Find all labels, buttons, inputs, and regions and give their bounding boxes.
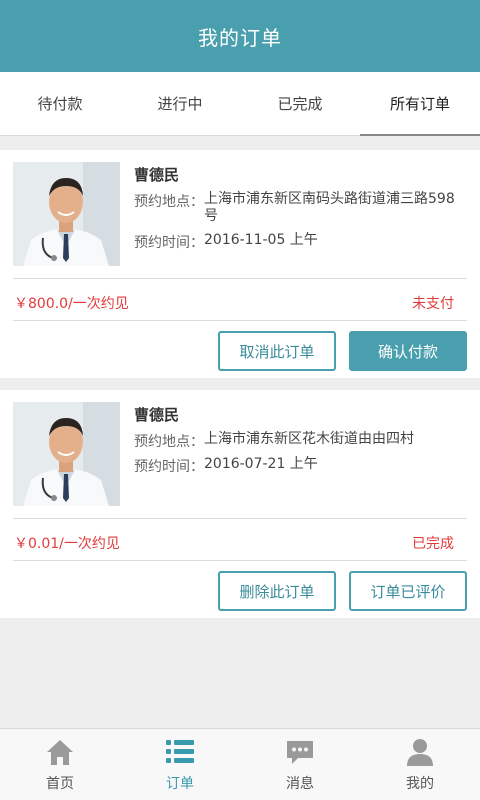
time-label: 预约时间：: [134, 235, 204, 251]
tabbar-label: 我的: [406, 775, 434, 792]
tabbar-label: 消息: [286, 775, 314, 792]
location-label: 预约地点：: [134, 434, 204, 450]
location-label: 预约地点：: [134, 194, 204, 210]
order-price: ￥800.0/一次约见: [14, 296, 129, 312]
tabbar-label: 订单: [166, 775, 194, 792]
message-icon: [285, 737, 315, 767]
order-reviewed-button[interactable]: 订单已评价: [349, 571, 467, 611]
location-value: 上海市浦东新区花木街道由由四村: [204, 431, 414, 447]
tabbar-label: 首页: [46, 775, 74, 792]
page-title: 我的订单: [198, 25, 282, 50]
app-header: 我的订单: [0, 0, 480, 72]
order-card: 曹德民 预约地点： 上海市浦东新区南码头路街道浦三路598号 预约时间： 201…: [0, 150, 480, 378]
order-card: 曹德民 预约地点： 上海市浦东新区花木街道由由四村 预约时间： 2016-07-…: [0, 390, 480, 618]
appointment-time: 预约时间： 2016-11-05 上午: [134, 232, 466, 252]
order-status: 已完成: [412, 536, 454, 552]
divider: [13, 518, 467, 519]
doctor-avatar: [13, 162, 120, 266]
location-value: 上海市浦东新区南码头路街道浦三路598号: [204, 191, 455, 224]
tabbar-item-orders[interactable]: 订单: [120, 729, 240, 800]
doctor-name: 曹德民: [134, 406, 180, 424]
divider: [13, 560, 467, 561]
tab-pending-payment[interactable]: 待付款: [0, 72, 120, 135]
list-icon: [166, 737, 194, 767]
appointment-location: 预约地点： 上海市浦东新区花木街道由由四村: [134, 431, 466, 451]
order-tabs: 待付款 进行中 已完成 所有订单: [0, 72, 480, 136]
divider: [13, 278, 467, 279]
tab-in-progress[interactable]: 进行中: [120, 72, 240, 135]
divider: [13, 320, 467, 321]
tabbar-item-messages[interactable]: 消息: [240, 729, 360, 800]
cancel-order-button[interactable]: 取消此订单: [218, 331, 336, 371]
time-value: 2016-11-05 上午: [204, 232, 318, 248]
bottom-tab-bar: 首页 订单 消息 我的: [0, 728, 480, 800]
order-price: ￥0.01/一次约见: [14, 536, 120, 552]
home-icon: [45, 737, 75, 767]
time-value: 2016-07-21 上午: [204, 456, 318, 472]
appointment-location: 预约地点： 上海市浦东新区南码头路街道浦三路598号: [134, 191, 466, 225]
doctor-name: 曹德民: [134, 166, 180, 184]
order-status: 未支付: [412, 296, 454, 312]
doctor-avatar: [13, 402, 120, 506]
time-label: 预约时间：: [134, 459, 204, 475]
tab-all-orders[interactable]: 所有订单: [360, 72, 480, 136]
tabbar-item-home[interactable]: 首页: [0, 729, 120, 800]
tabbar-item-profile[interactable]: 我的: [360, 729, 480, 800]
confirm-payment-button[interactable]: 确认付款: [349, 331, 467, 371]
user-icon: [406, 737, 434, 767]
appointment-time: 预约时间： 2016-07-21 上午: [134, 456, 466, 476]
delete-order-button[interactable]: 删除此订单: [218, 571, 336, 611]
tab-completed[interactable]: 已完成: [240, 72, 360, 135]
